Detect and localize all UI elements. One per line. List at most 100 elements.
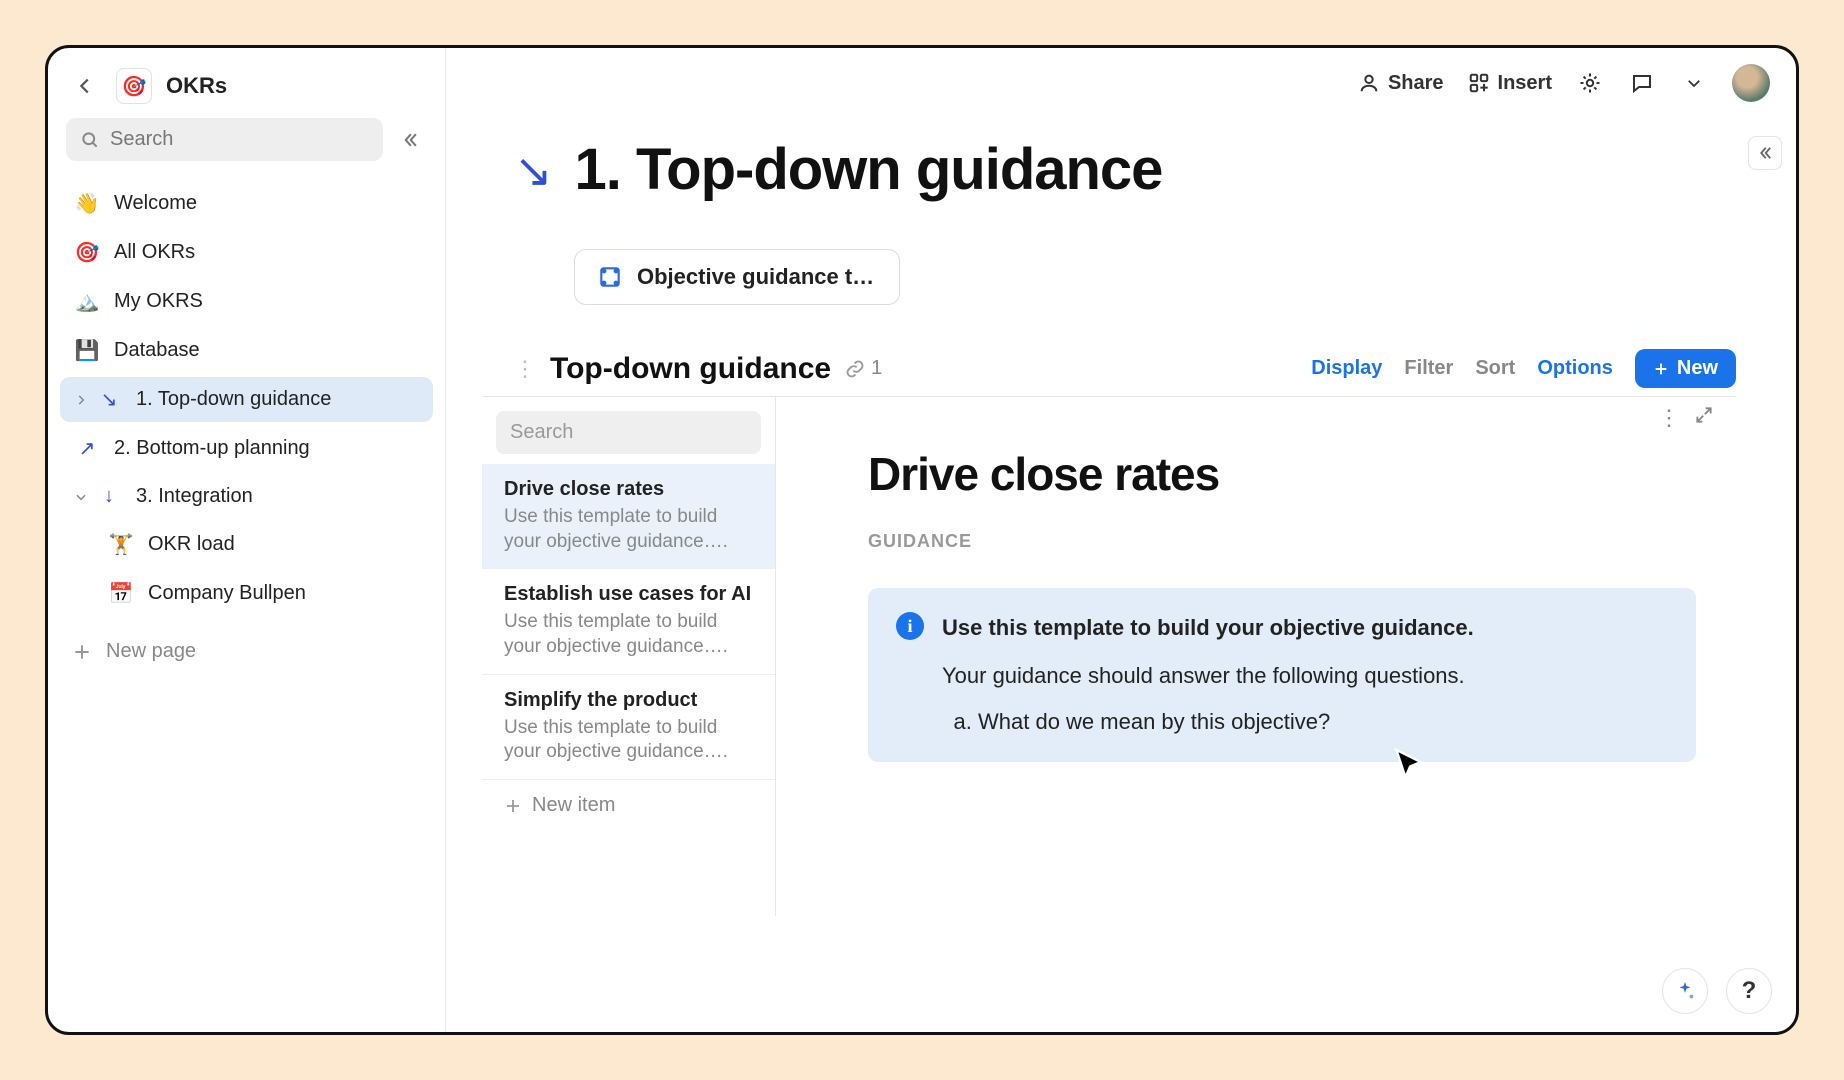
nav-label: My OKRS [114,290,203,313]
nav-label: 1. Top-down guidance [136,388,331,411]
insert-button[interactable]: Insert [1468,72,1552,95]
database-search-input[interactable]: Search [496,411,761,454]
nav-top-down-guidance[interactable]: ↘ 1. Top-down guidance [60,377,433,422]
collapse-right-pane-button[interactable] [1748,136,1782,170]
database-title[interactable]: Top-down guidance [550,352,831,386]
nav-integration[interactable]: ↓ 3. Integration [60,475,433,518]
search-row: Search [48,118,445,171]
arrow-down-icon: ↓ [96,485,122,508]
target-icon: 🎯 [74,240,100,265]
ai-assist-button[interactable] [1662,968,1708,1014]
link-count[interactable]: 1 [845,357,882,380]
expand-button[interactable] [1694,405,1714,431]
nav-label: Welcome [114,192,197,215]
expand-icon [1694,405,1714,425]
options-button[interactable]: Options [1537,357,1613,380]
detail-more-button[interactable]: ⋮ [1658,405,1680,431]
mountain-icon: 🏔️ [74,289,100,314]
nav-all-okrs[interactable]: 🎯 All OKRs [60,230,433,275]
wave-icon: 👋 [74,191,100,216]
list-item[interactable]: Establish use cases for AI Use this temp… [482,569,775,674]
avatar[interactable] [1732,64,1770,102]
help-button[interactable]: ? [1726,968,1772,1014]
sort-button[interactable]: Sort [1475,357,1515,380]
nav-database[interactable]: 💾 Database [60,328,433,373]
page: ↘ 1. Top-down guidance Objective guidanc… [446,106,1796,916]
detail-title: Drive close rates [868,447,1696,501]
template-chip-label: Objective guidance te… [637,264,877,290]
workspace-title[interactable]: OKRs [166,73,227,99]
database-icon: 💾 [74,338,100,363]
comments-button[interactable] [1628,69,1656,97]
list-item[interactable]: Simplify the product Use this template t… [482,675,775,780]
link-icon [845,359,865,379]
page-title: 1. Top-down guidance [575,136,1163,203]
sidebar: 🎯 OKRs Search 👋 Welcome 🎯 All OKRs 🏔️ [48,48,446,1032]
nav-company-bullpen[interactable]: 📅 Company Bullpen [60,571,433,616]
insert-label: Insert [1498,72,1552,95]
new-button-label: New [1677,357,1718,380]
callout-question-1: What do we mean by this objective? [978,706,1474,738]
new-page-button[interactable]: New page [48,626,445,677]
arrow-down-right-icon: ↘ [96,387,122,412]
plus-icon [1653,361,1669,377]
display-button[interactable]: Display [1311,357,1382,380]
database-detail: ⋮ Drive close rates GUIDANCE i Use this … [776,397,1736,916]
callout-title: Use this template to build your objectiv… [942,612,1474,644]
database-body: Search Drive close rates Use this templa… [482,396,1736,916]
new-button[interactable]: New [1635,349,1736,388]
drag-handle[interactable]: ⋮ [514,356,536,382]
list-item-title: Establish use cases for AI [504,583,753,606]
link-count-value: 1 [871,357,882,380]
new-item-button[interactable]: New item [482,780,775,831]
database-section: ⋮ Top-down guidance 1 Display Filter Sor… [514,349,1736,916]
weightlift-icon: 🏋️ [108,532,134,557]
sidebar-nav: 👋 Welcome 🎯 All OKRs 🏔️ My OKRS 💾 Databa… [48,171,445,626]
list-item[interactable]: Drive close rates Use this template to b… [482,464,775,569]
search-icon [80,130,100,150]
template-chip[interactable]: Objective guidance te… [574,249,900,305]
new-item-label: New item [532,794,615,817]
main: Share Insert ↘ 1. Top-down guidanc [446,48,1796,1032]
more-menu-button[interactable] [1680,69,1708,97]
comment-icon [1630,71,1654,95]
template-icon [597,264,623,290]
list-item-desc: Use this template to build your objectiv… [504,716,753,765]
share-label: Share [1388,72,1444,95]
calendar-icon: 📅 [108,581,134,606]
callout-body: Use this template to build your objectiv… [942,612,1474,738]
settings-button[interactable] [1576,69,1604,97]
nav-okr-load[interactable]: 🏋️ OKR load [60,522,433,567]
nav-label: Database [114,339,200,362]
person-icon [1358,72,1380,94]
share-button[interactable]: Share [1358,72,1444,95]
chevron-down-icon[interactable] [74,490,88,504]
workspace-icon[interactable]: 🎯 [116,68,152,104]
page-title-row: ↘ 1. Top-down guidance [514,136,1736,203]
new-page-label: New page [106,640,196,663]
nav-bottom-up-planning[interactable]: ↗ 2. Bottom-up planning [60,426,433,471]
nav-label: All OKRs [114,241,195,264]
filter-button[interactable]: Filter [1404,357,1453,380]
chevron-right-icon[interactable] [74,393,88,407]
arrow-down-right-icon: ↘ [514,143,553,197]
nav-welcome[interactable]: 👋 Welcome [60,181,433,226]
database-header: ⋮ Top-down guidance 1 Display Filter Sor… [514,349,1736,396]
back-button[interactable] [68,69,102,103]
plus-icon [504,797,522,815]
collapse-sidebar-button[interactable] [393,123,427,157]
database-search-placeholder: Search [510,421,573,443]
guidance-callout: i Use this template to build your object… [868,588,1696,762]
nav-my-okrs[interactable]: 🏔️ My OKRS [60,279,433,324]
database-tools: Display Filter Sort Options New [1311,349,1736,388]
search-input[interactable]: Search [66,118,383,161]
detail-section-label: GUIDANCE [868,531,1696,552]
double-chevron-left-icon [1756,144,1774,162]
nav-label: 3. Integration [136,485,253,508]
callout-text: Your guidance should answer the followin… [942,660,1474,692]
database-list: Search Drive close rates Use this templa… [482,397,776,916]
app-window: 🎯 OKRs Search 👋 Welcome 🎯 All OKRs 🏔️ [45,45,1799,1035]
grid-plus-icon [1468,72,1490,94]
nav-label: Company Bullpen [148,582,306,605]
sparkle-icon [1674,980,1696,1002]
